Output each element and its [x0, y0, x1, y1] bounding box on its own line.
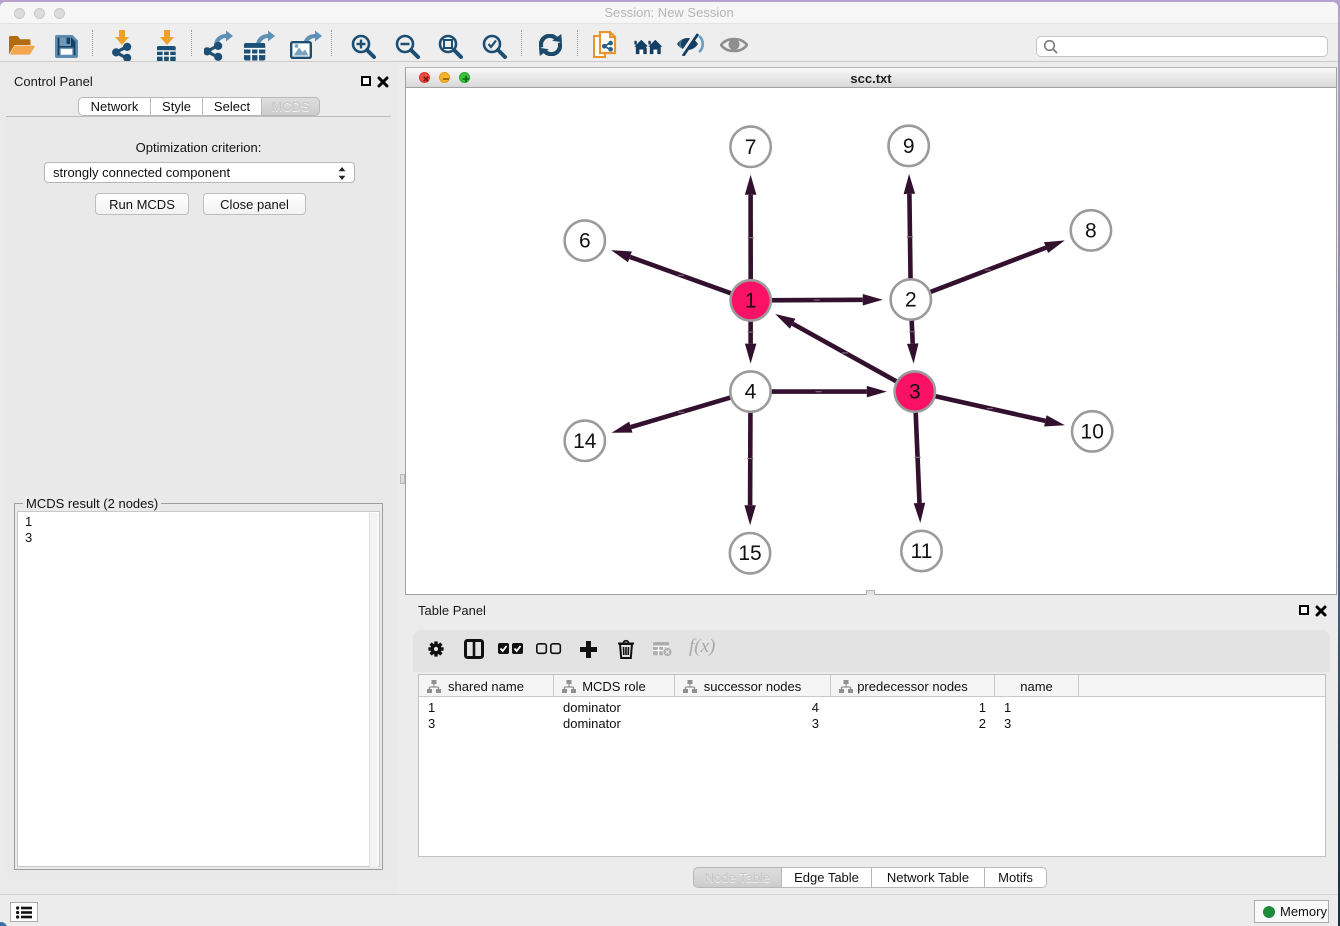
svg-text:4: 4: [745, 381, 757, 404]
svg-text:10: 10: [1081, 420, 1104, 443]
svg-text:2: 2: [905, 289, 917, 312]
svg-text:14: 14: [573, 430, 597, 453]
svg-text:8: 8: [1085, 219, 1097, 242]
svg-text:15: 15: [738, 542, 761, 565]
svg-text:1: 1: [745, 289, 757, 312]
svg-text:11: 11: [911, 540, 933, 563]
svg-text:3: 3: [909, 381, 921, 404]
svg-text:7: 7: [745, 136, 757, 159]
svg-text:6: 6: [579, 230, 591, 253]
svg-text:9: 9: [903, 135, 915, 158]
